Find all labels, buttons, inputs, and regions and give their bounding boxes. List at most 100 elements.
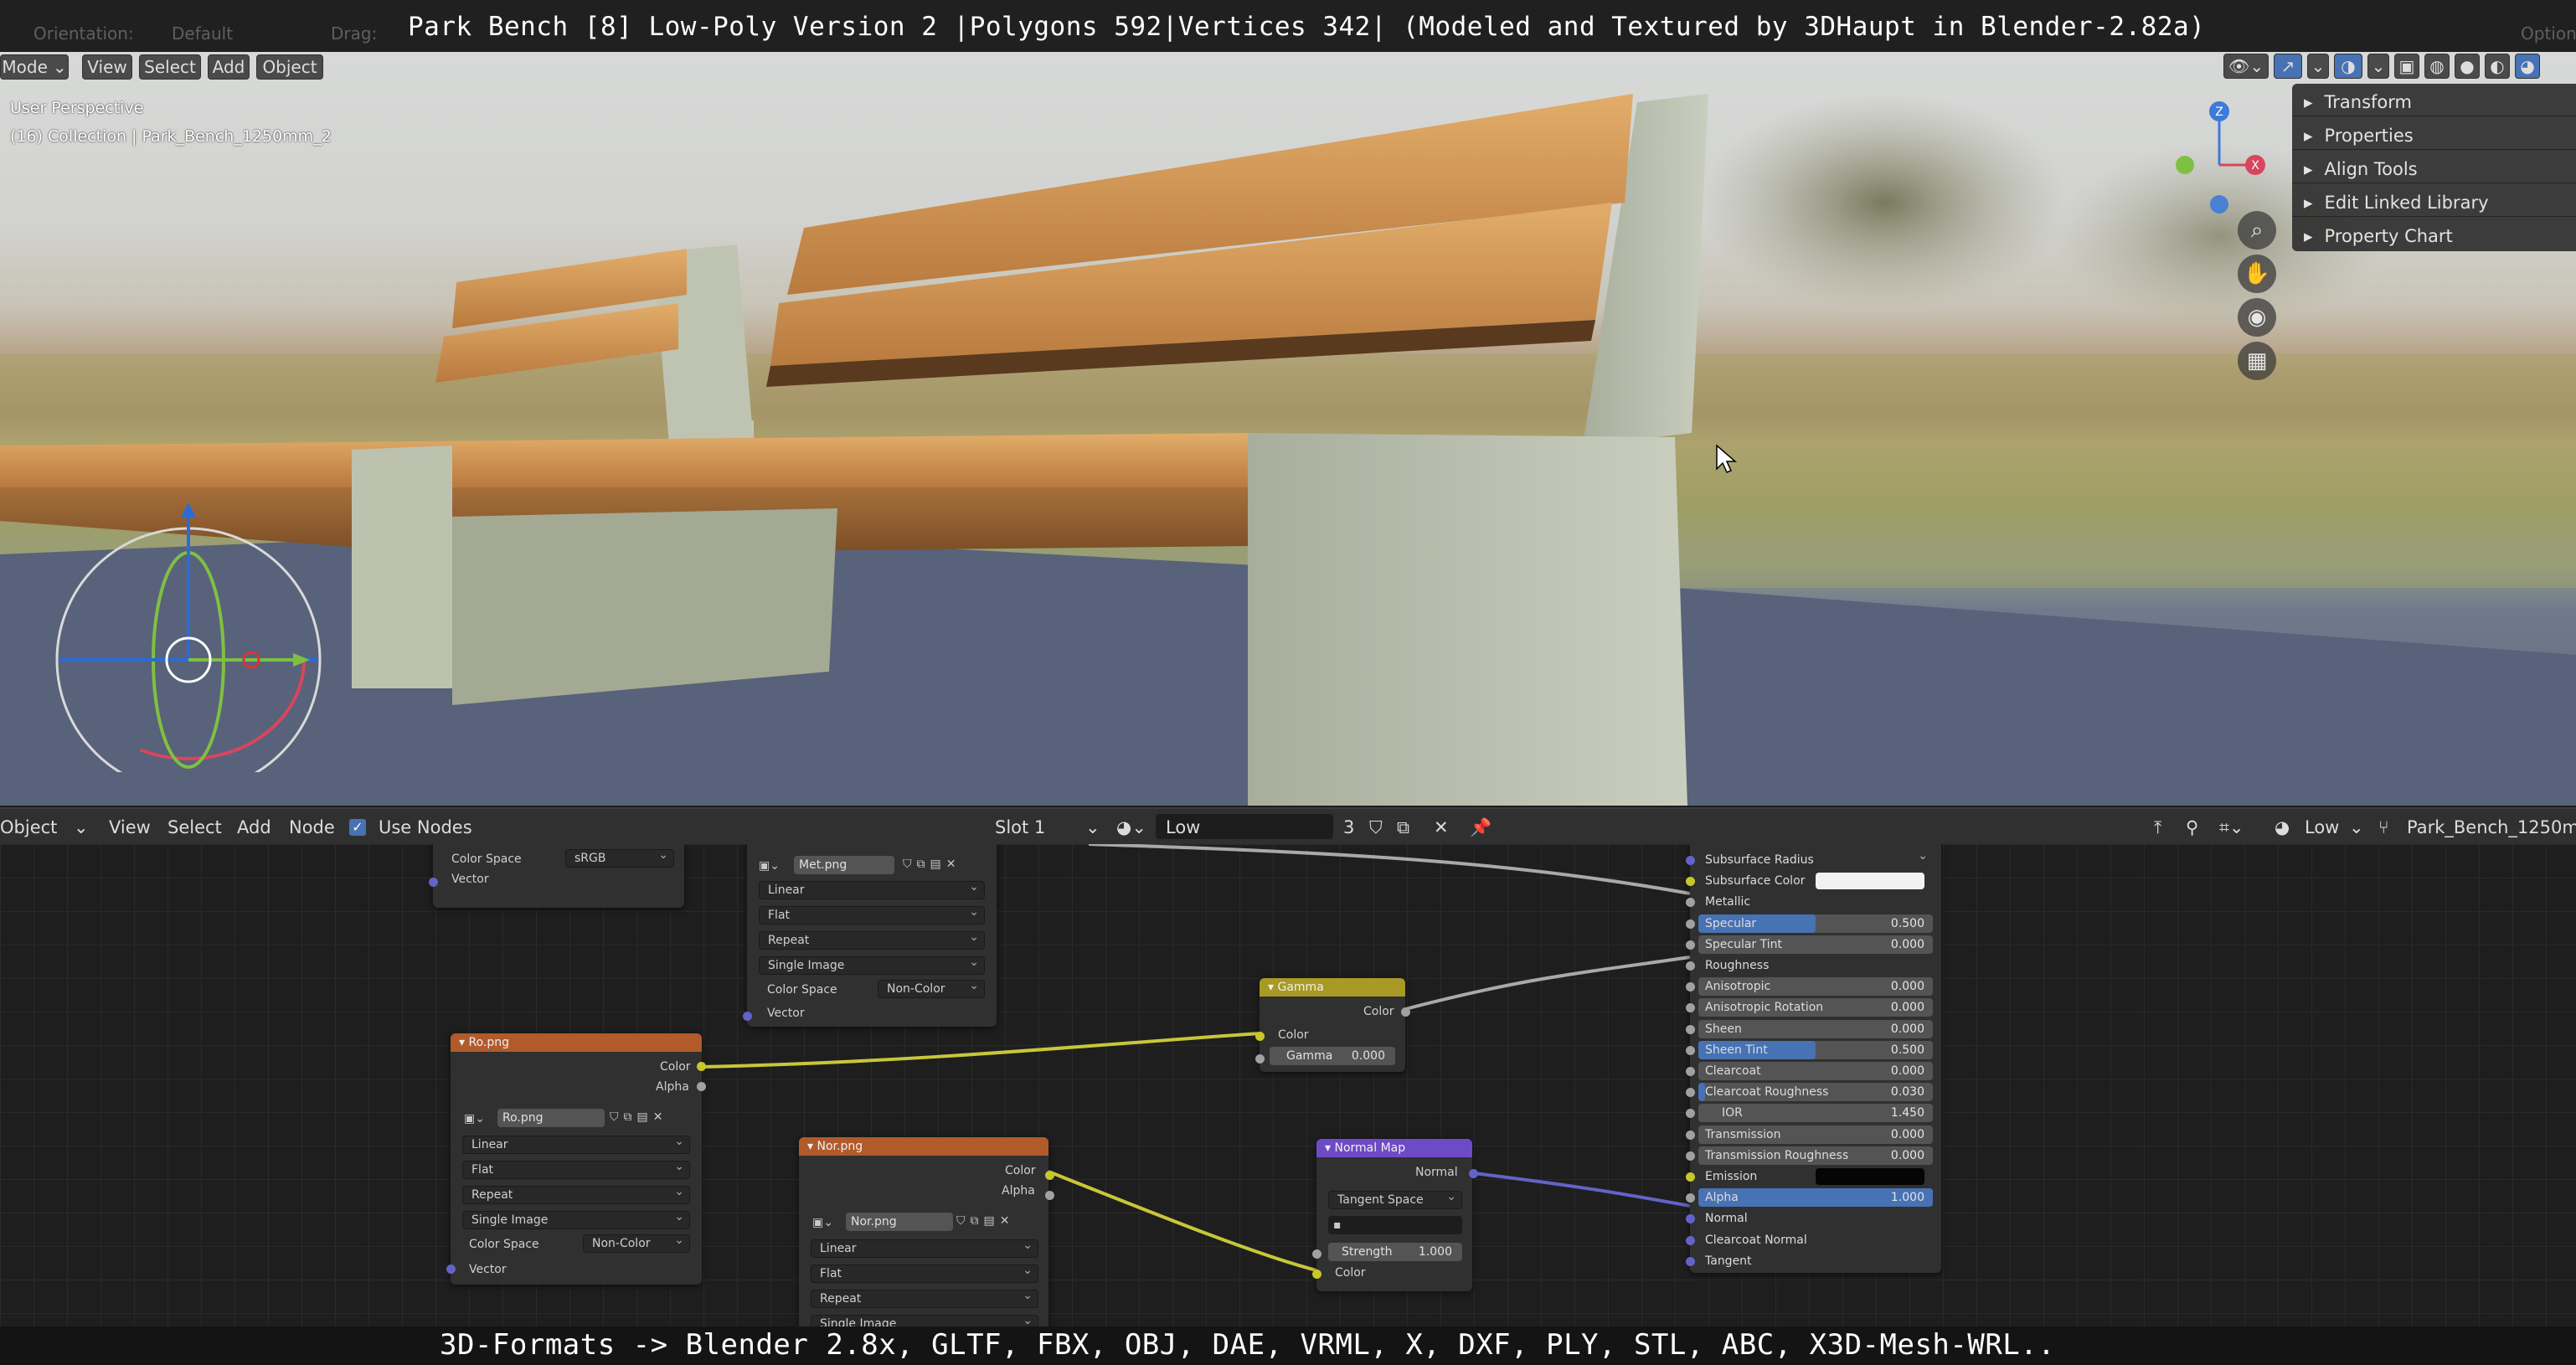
- color-swatch[interactable]: [1816, 873, 1924, 890]
- slot-dropdown[interactable]: Slot 1: [995, 817, 1045, 837]
- panel-align-tools[interactable]: ▸ Align Tools: [2304, 159, 2418, 179]
- gizmo-dropdown-icon[interactable]: ⌄: [2307, 54, 2329, 79]
- bsdf-socket-specular[interactable]: [1686, 919, 1695, 929]
- orientation-dropdown[interactable]: Default: [172, 23, 233, 44]
- met-image-name[interactable]: Met.png: [794, 856, 894, 874]
- image-actions-icon[interactable]: ⛉⧉▤✕: [903, 858, 961, 871]
- snap-icon[interactable]: ⚲: [2186, 817, 2198, 837]
- bsdf-input-alpha[interactable]: Alpha 1.000: [1698, 1188, 1933, 1208]
- color-output-socket[interactable]: [697, 1062, 706, 1071]
- bsdf-input-subsurface-radius[interactable]: Subsurface Radius ⌄: [1698, 849, 1933, 869]
- bsdf-socket-clearcoat-normal[interactable]: [1686, 1235, 1695, 1245]
- interpolation-dropdown[interactable]: Linear: [811, 1237, 1038, 1258]
- overlay-dropdown-icon[interactable]: ⌄: [2367, 54, 2389, 79]
- bsdf-input-anisotropic[interactable]: Anisotropic 0.000: [1698, 977, 1933, 997]
- node-menu-view[interactable]: View: [109, 817, 151, 837]
- panel-edit-linked-library[interactable]: ▸ Edit Linked Library: [2304, 193, 2489, 213]
- gamma-node[interactable]: ▾ Gamma Color Color Gamma 0.000: [1260, 978, 1405, 1072]
- chevron-down-icon[interactable]: ⌄: [2349, 817, 2364, 837]
- strength-input-socket[interactable]: [1312, 1249, 1321, 1259]
- material-users-count[interactable]: 3: [1343, 817, 1354, 837]
- parent-node-icon[interactable]: ⤒: [2154, 817, 2161, 838]
- node-menu-node[interactable]: Node: [289, 817, 335, 837]
- normal-output-socket[interactable]: [1469, 1169, 1478, 1178]
- rendered-shading-icon[interactable]: ◕: [2515, 54, 2540, 79]
- bsdf-socket-transmission[interactable]: [1686, 1130, 1695, 1140]
- material-shading-icon[interactable]: ◐: [2485, 54, 2510, 79]
- bsdf-socket-clearcoat[interactable]: [1686, 1067, 1695, 1076]
- interpolation-dropdown[interactable]: Linear: [759, 878, 985, 899]
- vector-input-socket[interactable]: [429, 878, 438, 887]
- normal-space-dropdown[interactable]: Tangent Space: [1328, 1188, 1462, 1209]
- bsdf-socket-emission[interactable]: [1686, 1172, 1695, 1182]
- color-space-dropdown[interactable]: sRGB: [565, 847, 674, 868]
- collapse-icon[interactable]: ▾: [1325, 1141, 1334, 1155]
- gamma-node-title[interactable]: ▾ Gamma: [1260, 978, 1405, 997]
- alpha-output-socket[interactable]: [1045, 1191, 1054, 1200]
- bsdf-input-clearcoat-roughness[interactable]: Clearcoat Roughness 0.030: [1698, 1083, 1933, 1102]
- bsdf-input-transmission[interactable]: Transmission 0.000: [1698, 1125, 1933, 1144]
- color-output-socket[interactable]: [1045, 1171, 1054, 1180]
- ro-node-title[interactable]: ▾ Ro.png: [451, 1033, 702, 1052]
- pan-hand-icon[interactable]: ✋: [2238, 255, 2276, 293]
- use-nodes-checkbox[interactable]: ✓: [349, 819, 366, 836]
- node-menu-add[interactable]: Add: [237, 817, 271, 837]
- viewport-menu-select[interactable]: Select: [139, 54, 201, 80]
- principled-bsdf-node[interactable]: Subsurface Radius ⌄ Subsurface Color Metall…: [1690, 844, 1941, 1273]
- bsdf-input-anisotropic-rotation[interactable]: Anisotropic Rotation 0.000: [1698, 998, 1933, 1017]
- chevron-down-icon[interactable]: ⌄: [74, 817, 89, 837]
- uv-map-field[interactable]: ▪: [1328, 1216, 1462, 1234]
- extension-dropdown[interactable]: Repeat: [811, 1287, 1038, 1308]
- extension-dropdown[interactable]: Repeat: [462, 1183, 690, 1204]
- panel-properties[interactable]: ▸ Properties: [2304, 126, 2414, 146]
- bsdf-input-emission[interactable]: Emission: [1698, 1167, 1933, 1186]
- panel-transform[interactable]: ▸ Transform: [2304, 92, 2412, 112]
- image-texture-node-partial[interactable]: Color Space sRGB Vector: [433, 844, 684, 908]
- projection-dropdown[interactable]: Flat: [462, 1158, 690, 1179]
- snap-mode-icon[interactable]: ⌗⌄: [2219, 817, 2244, 838]
- extension-dropdown[interactable]: Repeat: [759, 929, 985, 950]
- gamma-input-socket[interactable]: [1255, 1054, 1265, 1064]
- nor-node-title[interactable]: ▾ Nor.png: [799, 1137, 1048, 1156]
- solid-shading-icon[interactable]: ●: [2455, 54, 2480, 79]
- viewport-menu-object[interactable]: Object: [256, 54, 323, 80]
- bsdf-input-sheen[interactable]: Sheen 0.000: [1698, 1019, 1933, 1038]
- duplicate-material-icon[interactable]: ⧉: [1397, 817, 1409, 838]
- xray-icon[interactable]: ▣: [2394, 54, 2419, 79]
- ro-image-name[interactable]: Ro.png: [497, 1109, 605, 1127]
- wireframe-shading-icon[interactable]: ◍: [2424, 54, 2450, 79]
- bsdf-input-ior[interactable]: IOR 1.450: [1698, 1104, 1933, 1123]
- image-actions-icon[interactable]: ⛉⧉▤✕: [956, 1214, 1014, 1228]
- material-browse-icon[interactable]: ◕⌄: [1116, 817, 1146, 837]
- source-dropdown[interactable]: Single Image: [759, 954, 985, 975]
- shader-type-icon[interactable]: ◕: [2275, 817, 2290, 837]
- bsdf-socket-sheen[interactable]: [1686, 1024, 1695, 1034]
- gamma-value-field[interactable]: Gamma 0.000: [1270, 1047, 1395, 1065]
- color-input-socket[interactable]: [1312, 1270, 1321, 1279]
- mode-dropdown[interactable]: Mode ⌄: [0, 54, 69, 80]
- collapse-icon[interactable]: ▾: [1268, 981, 1277, 994]
- bsdf-socket-sheen-tint[interactable]: [1686, 1045, 1695, 1055]
- interpolation-dropdown[interactable]: Linear: [462, 1133, 690, 1154]
- chevron-down-icon[interactable]: ⌄: [1085, 817, 1100, 837]
- image-browse-icon[interactable]: ▣⌄: [812, 1216, 833, 1229]
- nor-image-name[interactable]: Nor.png: [846, 1213, 953, 1231]
- color-output-socket[interactable]: [1401, 1007, 1410, 1017]
- met-image-node[interactable]: ▣⌄ Met.png ⛉⧉▤✕ Linear Flat Repeat Singl…: [747, 844, 997, 1027]
- panel-property-chart[interactable]: ▸ Property Chart: [2304, 226, 2453, 246]
- gizmo-toggle-icon[interactable]: ↗: [2274, 54, 2302, 79]
- nor-image-node[interactable]: ▾ Nor.png Color Alpha ▣⌄ Nor.png ⛉⧉▤✕ Li…: [799, 1137, 1048, 1326]
- bsdf-input-specular[interactable]: Specular 0.500: [1698, 914, 1933, 933]
- collapse-icon[interactable]: ▾: [459, 1036, 468, 1049]
- overlay-toggle-icon[interactable]: ◑: [2334, 54, 2362, 79]
- normal-map-node-title[interactable]: ▾ Normal Map: [1316, 1139, 1472, 1157]
- fake-user-icon[interactable]: ⛉: [1369, 817, 1383, 838]
- projection-dropdown[interactable]: Flat: [811, 1262, 1038, 1283]
- bsdf-socket-roughness[interactable]: [1686, 961, 1695, 971]
- normal-map-node[interactable]: ▾ Normal Map Normal Tangent Space ▪ Stre…: [1316, 1139, 1472, 1291]
- pin-icon[interactable]: 📌: [1470, 817, 1492, 838]
- node-editor-canvas[interactable]: Color Space sRGB Vector ▣⌄ Met.png ⛉⧉▤✕ …: [0, 844, 2576, 1326]
- vector-input-socket[interactable]: [743, 1012, 752, 1021]
- strength-field[interactable]: Strength 1.000: [1328, 1243, 1462, 1261]
- shader-type-dropdown[interactable]: Low: [2305, 817, 2339, 837]
